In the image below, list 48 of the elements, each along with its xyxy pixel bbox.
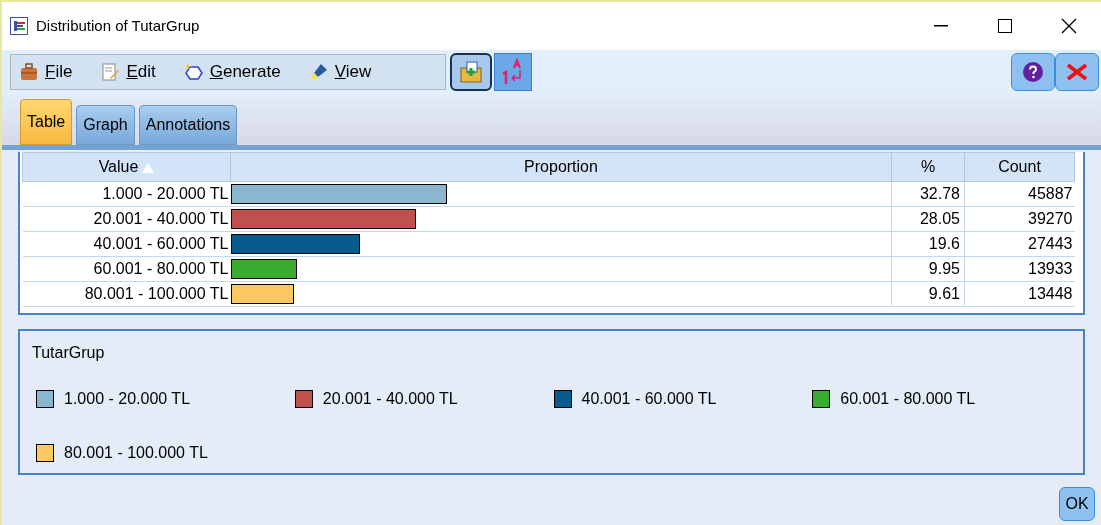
table-cell: 40.001 - 60.000 TL xyxy=(22,231,231,257)
menu-item[interactable]: File xyxy=(19,59,73,85)
help-icon xyxy=(1022,61,1044,83)
tab[interactable]: Graph xyxy=(76,105,135,145)
legend-label: 20.001 - 40.000 TL xyxy=(322,389,458,409)
tab[interactable]: Table xyxy=(20,99,73,145)
document-pencil-icon xyxy=(100,62,121,82)
table-cell: 32.78 xyxy=(891,181,965,207)
tab[interactable]: Annotations xyxy=(138,105,238,145)
column-header[interactable]: % xyxy=(891,152,965,182)
table-cell: 9.61 xyxy=(891,281,965,307)
table-cell: 19.6 xyxy=(891,231,965,257)
column-header[interactable]: Value xyxy=(22,152,231,182)
legend-label: 40.001 - 60.000 TL xyxy=(581,389,717,409)
flashlight-icon xyxy=(308,62,329,82)
sort-ascending-icon xyxy=(142,162,155,173)
legend-title: TutarGrup xyxy=(32,343,106,363)
table-cell: 45887 xyxy=(964,181,1075,207)
table-cell: 1.000 - 20.000 TL xyxy=(22,181,231,207)
table-cell: 27443 xyxy=(964,231,1075,257)
bar-chart-icon xyxy=(10,17,28,35)
table-cell: 13933 xyxy=(964,256,1075,282)
table-cell: 60.001 - 80.000 TL xyxy=(22,256,231,282)
window-title: Distribution of TutarGrup xyxy=(36,15,200,36)
table-cell: 9.95 xyxy=(891,256,965,282)
menu-item[interactable]: Edit xyxy=(100,59,156,85)
briefcase-icon xyxy=(19,62,39,82)
maximize-icon xyxy=(998,19,1012,33)
table-cell: 39270 xyxy=(964,206,1075,232)
help-button[interactable] xyxy=(1011,53,1055,91)
table-cell: 28.05 xyxy=(891,206,965,232)
minimize-icon xyxy=(934,25,948,27)
legend-label: 1.000 - 20.000 TL xyxy=(64,389,191,409)
column-header[interactable]: Count xyxy=(964,152,1075,182)
close-icon xyxy=(1066,63,1088,81)
ok-button[interactable]: OK xyxy=(1059,487,1095,521)
legend-label: 80.001 - 100.000 TL xyxy=(64,443,208,463)
table-cell: 13448 xyxy=(964,281,1075,307)
folder-plus-icon xyxy=(459,60,483,84)
hexagon-spark-icon xyxy=(183,62,204,82)
menu-item[interactable]: Generate xyxy=(183,59,281,85)
table-cell: 80.001 - 100.000 TL xyxy=(22,281,231,307)
column-header[interactable]: Proportion xyxy=(230,152,892,182)
table-cell: 20.001 - 40.000 TL xyxy=(22,206,231,232)
insert-button[interactable] xyxy=(450,53,492,91)
legend-label: 60.001 - 80.000 TL xyxy=(840,389,976,409)
menu-item[interactable]: View xyxy=(308,59,372,85)
close-icon xyxy=(1061,18,1077,34)
